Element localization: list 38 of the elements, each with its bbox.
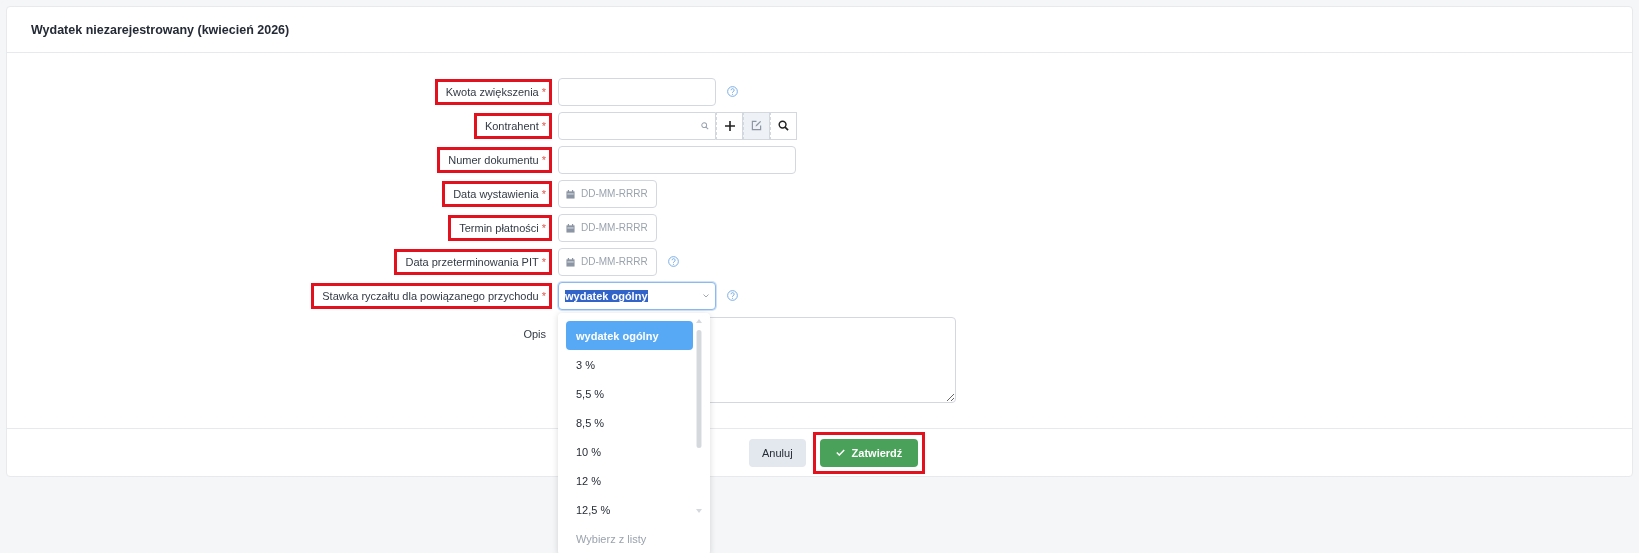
edit-icon: [751, 120, 762, 131]
scrollbar[interactable]: [695, 318, 703, 514]
dropdown-option[interactable]: 12 %: [566, 466, 693, 495]
help-icon[interactable]: [668, 256, 679, 267]
cancel-button[interactable]: Anuluj: [749, 438, 806, 467]
calendar-icon: [566, 257, 575, 267]
dropdown-option[interactable]: 5,5 %: [566, 379, 693, 408]
field-label: Opis: [522, 327, 547, 342]
field-label: Numer dokumentu *: [437, 146, 552, 173]
date-field[interactable]: DD-MM-RRRR: [558, 213, 657, 242]
dropdown-option[interactable]: 3 %: [566, 350, 693, 379]
form-title: Wydatek niezarejestrowany (kwiecień 2026): [31, 22, 290, 37]
dropdown-option[interactable]: 8,5 %: [566, 408, 693, 437]
search-button[interactable]: [770, 111, 797, 140]
date-field[interactable]: DD-MM-RRRR: [558, 247, 657, 276]
date-field[interactable]: DD-MM-RRRR: [558, 179, 657, 208]
field-label: Kontrahent *: [473, 112, 552, 139]
contractor-field[interactable]: [558, 111, 716, 140]
chevron-icon: [703, 293, 709, 298]
dropdown-option[interactable]: 12,5 %: [566, 495, 693, 524]
rate-select[interactable]: wydatek ogólny: [558, 281, 716, 310]
help-icon[interactable]: [727, 86, 738, 97]
dropdown-option[interactable]: 10 %: [566, 437, 693, 466]
field-label: Data wystawienia *: [442, 180, 552, 207]
field-label: Termin płatności *: [448, 214, 552, 241]
check-icon: [835, 449, 845, 456]
search-icon: [778, 120, 789, 131]
plus-icon: [724, 120, 735, 131]
help-icon[interactable]: [727, 290, 738, 301]
field-label: Data przeterminowania PIT *: [394, 248, 552, 275]
calendar-icon: [566, 223, 575, 233]
document-number-field[interactable]: [558, 145, 796, 174]
field-label: Kwota zwiększenia *: [434, 78, 552, 105]
calendar-icon: [566, 189, 575, 199]
amount-field[interactable]: [558, 77, 716, 106]
search-icon: [701, 121, 709, 130]
add-button[interactable]: [716, 111, 743, 140]
field-label: Stawka ryczałtu dla powiązanego przychodu *: [311, 282, 552, 309]
